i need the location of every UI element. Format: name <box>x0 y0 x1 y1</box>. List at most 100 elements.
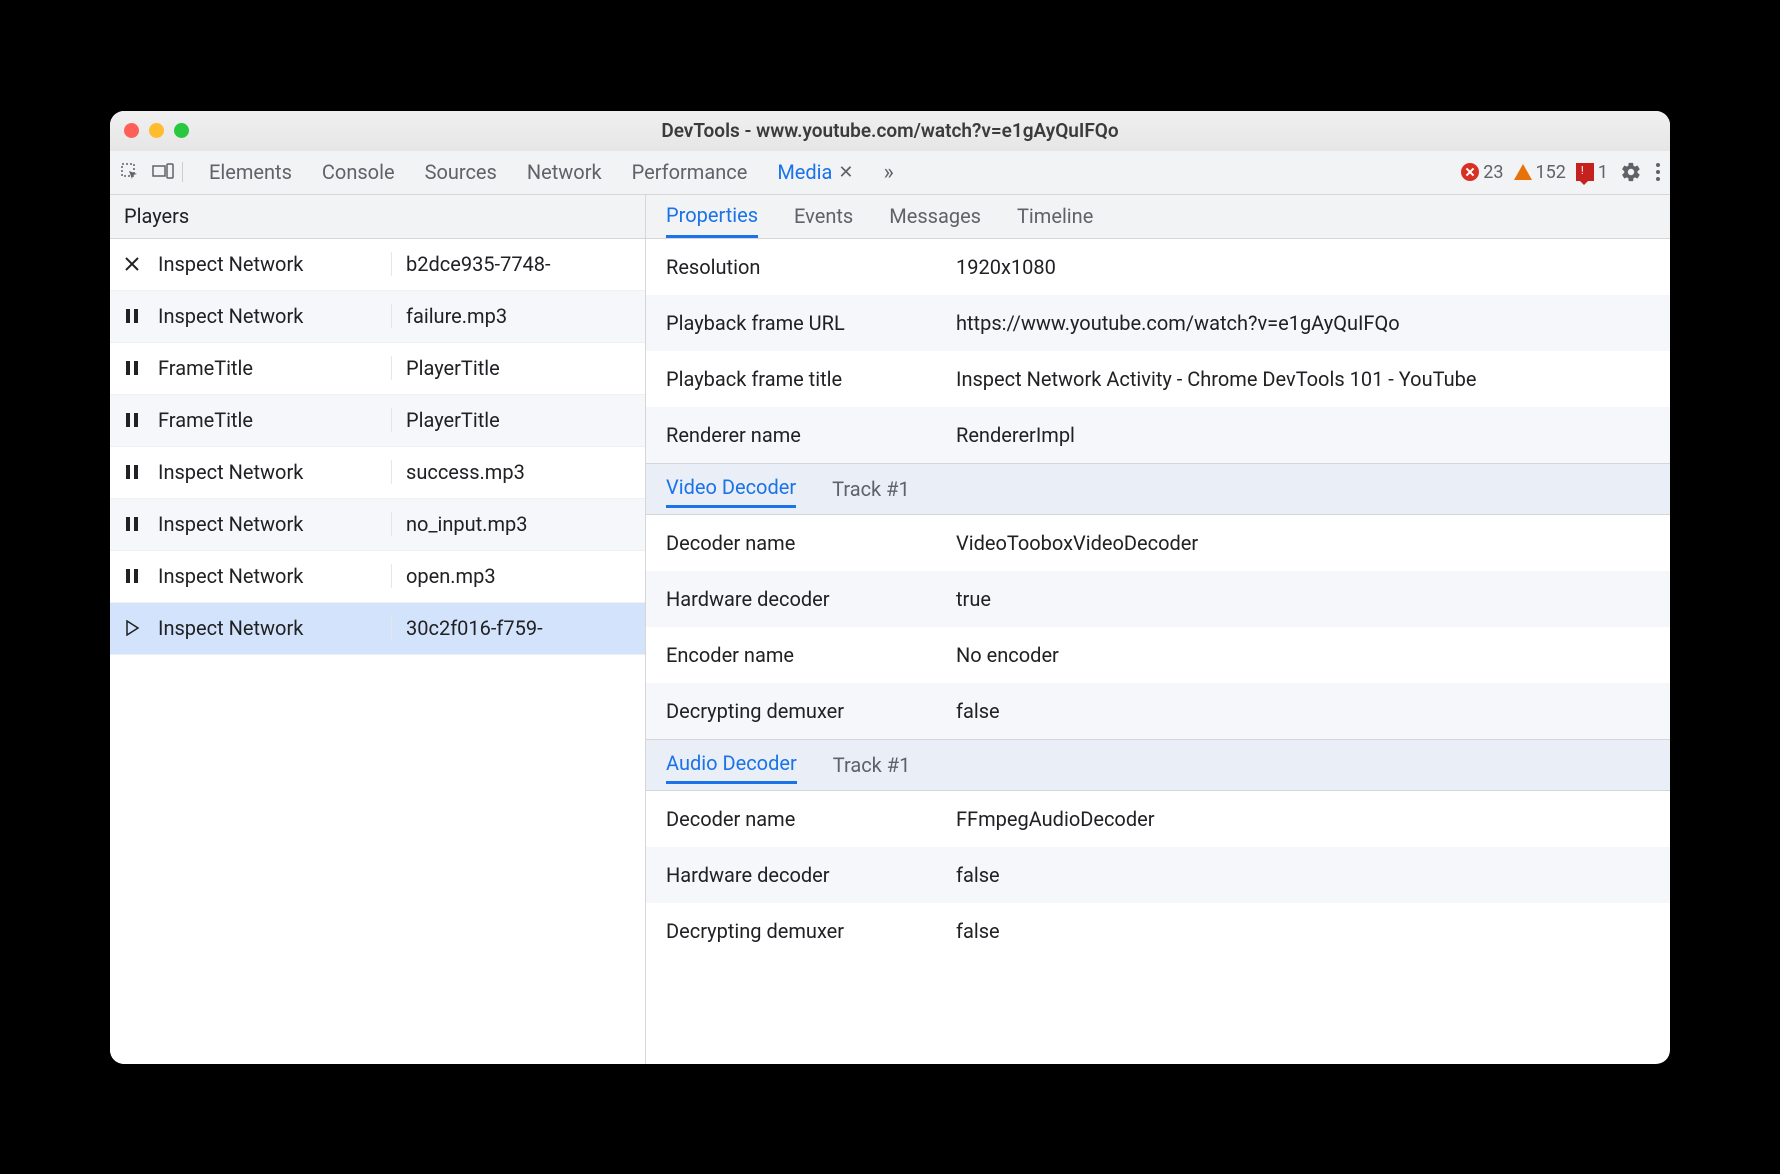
property-key: Renderer name <box>666 423 956 447</box>
player-title: PlayerTitle <box>392 356 645 380</box>
devtools-window: DevTools - www.youtube.com/watch?v=e1gAy… <box>110 111 1670 1064</box>
property-value: https://www.youtube.com/watch?v=e1gAyQuI… <box>956 311 1650 335</box>
panel-tabs: Elements Console Sources Network Perform… <box>209 160 1453 185</box>
detail-subtabs: Properties Events Messages Timeline <box>646 195 1670 239</box>
player-title: success.mp3 <box>392 460 645 484</box>
close-tab-icon[interactable]: ✕ <box>838 162 853 183</box>
titlebar: DevTools - www.youtube.com/watch?v=e1gAy… <box>110 111 1670 151</box>
play-icon <box>110 620 154 636</box>
audio-decoder-tabs: Audio Decoder Track #1 <box>646 739 1670 791</box>
property-value: false <box>956 919 1650 943</box>
warning-icon <box>1514 164 1532 180</box>
tab-network[interactable]: Network <box>527 160 602 184</box>
tab-performance[interactable]: Performance <box>632 160 748 184</box>
pause-icon <box>110 516 154 532</box>
player-row[interactable]: Inspect Networkb2dce935-7748- <box>110 239 645 291</box>
message-icon: ! <box>1576 163 1594 181</box>
player-title: failure.mp3 <box>392 304 645 328</box>
property-key: Decoder name <box>666 531 956 555</box>
property-key: Decoder name <box>666 807 956 831</box>
property-key: Playback frame title <box>666 367 956 391</box>
players-header: Players <box>110 195 645 239</box>
video-decoder-properties: Decoder nameVideoTooboxVideoDecoderHardw… <box>646 515 1670 739</box>
property-row: Renderer nameRendererImpl <box>646 407 1670 463</box>
audio-decoder-properties: Decoder nameFFmpegAudioDecoderHardware d… <box>646 791 1670 959</box>
property-row: Hardware decoderfalse <box>646 847 1670 903</box>
property-row: Decrypting demuxerfalse <box>646 903 1670 959</box>
player-frame: Inspect Network <box>154 304 392 328</box>
player-row[interactable]: Inspect Network30c2f016-f759- <box>110 603 645 655</box>
property-key: Hardware decoder <box>666 863 956 887</box>
more-tabs-icon[interactable]: » <box>884 160 894 185</box>
property-value: Inspect Network Activity - Chrome DevToo… <box>956 367 1650 391</box>
error-badge[interactable]: 23 <box>1461 162 1503 183</box>
message-count: 1 <box>1598 162 1608 183</box>
player-title: no_input.mp3 <box>392 512 645 536</box>
property-key: Hardware decoder <box>666 587 956 611</box>
inspect-icon[interactable] <box>120 162 140 182</box>
property-key: Decrypting demuxer <box>666 699 956 723</box>
video-decoder-tab[interactable]: Video Decoder <box>666 475 796 508</box>
property-key: Playback frame URL <box>666 311 956 335</box>
player-row[interactable]: Inspect Networkopen.mp3 <box>110 551 645 603</box>
player-title: 30c2f016-f759- <box>392 616 645 640</box>
player-row[interactable]: FrameTitlePlayerTitle <box>110 395 645 447</box>
status-area: 23 152 ! 1 <box>1461 162 1608 183</box>
player-frame: Inspect Network <box>154 564 392 588</box>
property-value: VideoTooboxVideoDecoder <box>956 531 1650 555</box>
property-key: Decrypting demuxer <box>666 919 956 943</box>
player-row[interactable]: Inspect Networksuccess.mp3 <box>110 447 645 499</box>
player-frame: Inspect Network <box>154 252 392 276</box>
property-row: Encoder nameNo encoder <box>646 627 1670 683</box>
pause-icon <box>110 360 154 376</box>
message-badge[interactable]: ! 1 <box>1576 162 1608 183</box>
player-frame: FrameTitle <box>154 356 392 380</box>
video-track-tab[interactable]: Track #1 <box>832 477 910 507</box>
property-row: Playback frame titleInspect Network Acti… <box>646 351 1670 407</box>
pause-icon <box>110 412 154 428</box>
pause-icon <box>110 308 154 324</box>
device-icon[interactable] <box>152 163 174 181</box>
property-value: FFmpegAudioDecoder <box>956 807 1650 831</box>
player-title: b2dce935-7748- <box>392 252 645 276</box>
pause-icon <box>110 464 154 480</box>
player-frame: Inspect Network <box>154 512 392 536</box>
warning-badge[interactable]: 152 <box>1514 162 1566 183</box>
tab-media[interactable]: Media ✕ <box>777 160 853 184</box>
tab-elements[interactable]: Elements <box>209 160 292 184</box>
main-toolbar: Elements Console Sources Network Perform… <box>110 151 1670 195</box>
settings-icon[interactable] <box>1620 161 1642 183</box>
property-row: Decoder nameFFmpegAudioDecoder <box>646 791 1670 847</box>
subtab-timeline[interactable]: Timeline <box>1017 204 1093 236</box>
warning-count: 152 <box>1536 162 1566 183</box>
property-row: Decoder nameVideoTooboxVideoDecoder <box>646 515 1670 571</box>
property-value: false <box>956 863 1650 887</box>
player-row[interactable]: FrameTitlePlayerTitle <box>110 343 645 395</box>
player-row[interactable]: Inspect Networkfailure.mp3 <box>110 291 645 343</box>
audio-track-tab[interactable]: Track #1 <box>833 753 911 783</box>
error-icon <box>1461 163 1479 181</box>
subtab-messages[interactable]: Messages <box>889 204 981 236</box>
tab-media-label: Media <box>777 160 832 184</box>
audio-decoder-tab[interactable]: Audio Decoder <box>666 751 797 784</box>
property-value: 1920x1080 <box>956 255 1650 279</box>
kebab-menu-icon[interactable] <box>1656 163 1660 181</box>
error-count: 23 <box>1483 162 1503 183</box>
property-value: No encoder <box>956 643 1650 667</box>
video-decoder-tabs: Video Decoder Track #1 <box>646 463 1670 515</box>
subtab-events[interactable]: Events <box>794 204 853 236</box>
player-frame: Inspect Network <box>154 616 392 640</box>
player-title: PlayerTitle <box>392 408 645 432</box>
player-row[interactable]: Inspect Networkno_input.mp3 <box>110 499 645 551</box>
players-list: Inspect Networkb2dce935-7748-Inspect Net… <box>110 239 645 1064</box>
property-key: Resolution <box>666 255 956 279</box>
pause-icon <box>110 568 154 584</box>
property-row: Hardware decodertrue <box>646 571 1670 627</box>
content-area: Players Inspect Networkb2dce935-7748-Ins… <box>110 195 1670 1064</box>
general-properties: Resolution1920x1080 Playback frame URLhtt… <box>646 239 1670 463</box>
tab-console[interactable]: Console <box>322 160 395 184</box>
tab-sources[interactable]: Sources <box>425 160 497 184</box>
window-title: DevTools - www.youtube.com/watch?v=e1gAy… <box>110 119 1670 142</box>
subtab-properties[interactable]: Properties <box>666 203 758 238</box>
property-key: Encoder name <box>666 643 956 667</box>
